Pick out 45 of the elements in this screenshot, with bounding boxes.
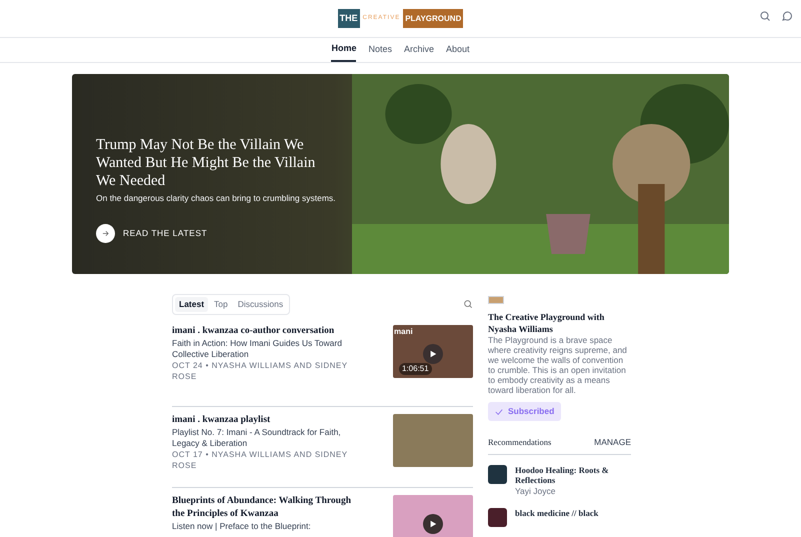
recommendation-title[interactable]: Hoodoo Healing: Roots & Reflections (515, 464, 631, 485)
post-subtitle: Faith in Action: How Imani Guides Us Toward Collective Liberation (172, 338, 343, 360)
logo-word: THE (338, 9, 360, 28)
play-button[interactable] (423, 344, 443, 364)
post-title[interactable]: imani . kwanzaa playlist (172, 414, 352, 427)
search-icon[interactable] (463, 299, 473, 310)
play-icon (429, 350, 437, 358)
post-subtitle: Playlist No. 7: Imani - A Soundtrack for Faith, Legacy & Liberation (172, 426, 342, 449)
post-meta: OCT 17 • NYASHA WILLIAMS AND SIDNEY ROSE (172, 448, 348, 471)
publication-title[interactable]: The Creative Playground with Nyasha Williams (488, 311, 631, 335)
post-subtitle: Listen now | Preface to the Blueprint: (172, 520, 312, 532)
hero-title[interactable]: Trump May Not Be the Villain We Wanted But He Might Be the Villain We Needed (96, 136, 338, 190)
search-icon[interactable] (759, 10, 771, 22)
recommendation-author: Yayi Joyce (515, 484, 556, 498)
manage-link[interactable]: MANAGE (594, 436, 631, 449)
post-title[interactable]: Blueprints of Abundance: Walking Through the Principles of Kwanzaa (172, 494, 352, 521)
thumbnail-label: mani (394, 326, 413, 338)
chat-bubble-icon[interactable] (781, 10, 793, 22)
recommendations-heading: Recommendations (488, 436, 552, 449)
arrow-right-icon (101, 228, 110, 238)
publication-avatar[interactable] (488, 508, 507, 526)
post-thumbnail[interactable]: mani 1:06:51 (393, 324, 473, 378)
nav-tab[interactable]: Archive (404, 38, 434, 62)
nav-tab[interactable]: About (446, 38, 470, 62)
post-title[interactable]: imani . kwanzaa co-author conversation (172, 324, 352, 338)
publication-logo (488, 296, 504, 304)
feed-tab[interactable]: Top (210, 297, 232, 312)
logo-word: PLAYGROUND (403, 9, 464, 28)
post-thumbnail[interactable] (393, 494, 473, 537)
checkmark-icon (495, 408, 503, 416)
read-latest-button[interactable]: READ THE LATEST (96, 224, 338, 242)
recommendation-title[interactable]: black medicine // black (515, 508, 598, 518)
duration-label: 1:06:51 (399, 362, 432, 375)
feed-tab[interactable]: Latest (175, 297, 208, 312)
play-icon (429, 520, 437, 528)
hero-subtitle: On the dangerous clarity chaos can bring to crumbling systems. (96, 192, 337, 204)
play-button[interactable] (423, 514, 443, 534)
post-thumbnail[interactable] (393, 414, 473, 467)
publication-description: The Playground is a brave space where creativity reigns supreme, and we welcome the walls of convention to crumble. This is an open invitation to embody creativity as a means toward liberation for all. (488, 335, 628, 395)
nav-tab[interactable]: Notes (368, 38, 392, 62)
hero-banner[interactable]: Trump May Not Be the Villain We Wanted But He Might Be the Villain We Needed On the dangerous clarity chaos can bring to crumbling systems. READ THE LATEST (72, 74, 729, 274)
post-meta: OCT 24 • NYASHA WILLIAMS AND SIDNEY ROSE (172, 360, 348, 382)
feed-tab[interactable]: Discussions (234, 297, 288, 312)
nav-tab[interactable]: Home (331, 38, 356, 62)
publication-avatar[interactable] (488, 464, 507, 484)
